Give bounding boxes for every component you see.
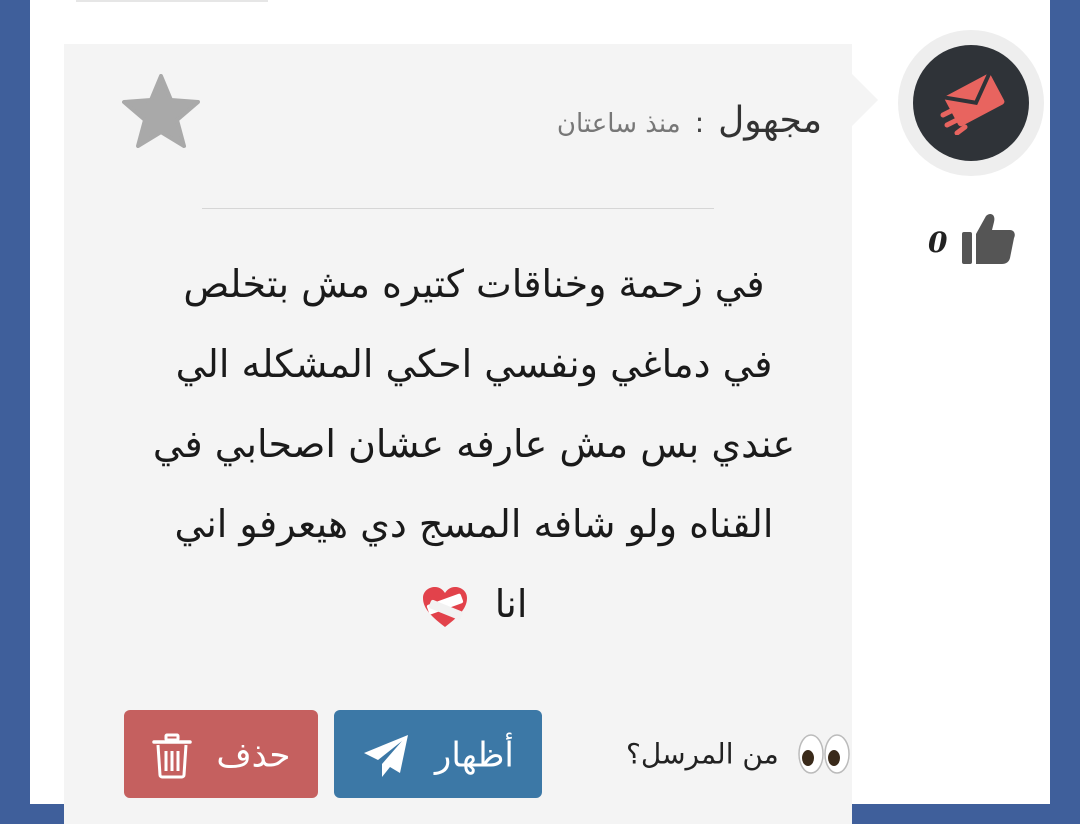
top-tab [76, 0, 268, 2]
message-line: عندي بس مش عارفه عشان اصحابي في [152, 422, 796, 466]
delete-button[interactable]: حذف [124, 710, 318, 798]
star-icon[interactable] [122, 74, 200, 148]
paper-plane-icon [364, 734, 409, 777]
message-line: في زحمة وخناقات كتيره مش بتخلص [183, 262, 765, 306]
like-count: 0 [928, 226, 948, 259]
avatar [898, 30, 1044, 176]
thumbs-up-icon[interactable] [960, 210, 1016, 266]
message-card: مجهول: منذ ساعتان في زحمة وخناقات كتيره م… [64, 44, 852, 824]
message-last-word: انا [494, 582, 528, 626]
like-section: 0 [910, 208, 1030, 268]
message-line: في دماغي ونفسي احكي المشكله الي [175, 342, 773, 386]
sender-name: مجهول [718, 100, 822, 141]
avatar-circle [913, 45, 1029, 161]
message-line-last: انا [124, 564, 824, 644]
mending-heart-emoji [422, 586, 467, 627]
delete-button-label: حذف [216, 735, 291, 776]
message-line: القناه ولو شافه المسج دي هيعرفو اني [174, 502, 774, 546]
show-button-label: أظهار [434, 735, 514, 776]
envelope-paper-plane-icon [940, 72, 1005, 135]
sender-line: مجهول: منذ ساعتان [557, 100, 822, 141]
page: 0 مجهول: منذ ساعتان في زحمة وخناقات كتيره… [30, 0, 1050, 824]
eyes-emoji [798, 734, 850, 774]
card-pointer [852, 74, 878, 126]
show-sender-button[interactable]: أظهار [334, 710, 542, 798]
divider [202, 208, 714, 209]
sender-separator: : [694, 106, 705, 139]
reveal-prompt-text: من المرسل؟ [626, 737, 779, 771]
reveal-sender-prompt: من المرسل؟ [626, 732, 852, 776]
message-body: في زحمة وخناقات كتيره مش بتخلص في دماغي … [124, 244, 824, 644]
trash-icon [151, 733, 192, 778]
message-time: منذ ساعتان [556, 109, 681, 139]
